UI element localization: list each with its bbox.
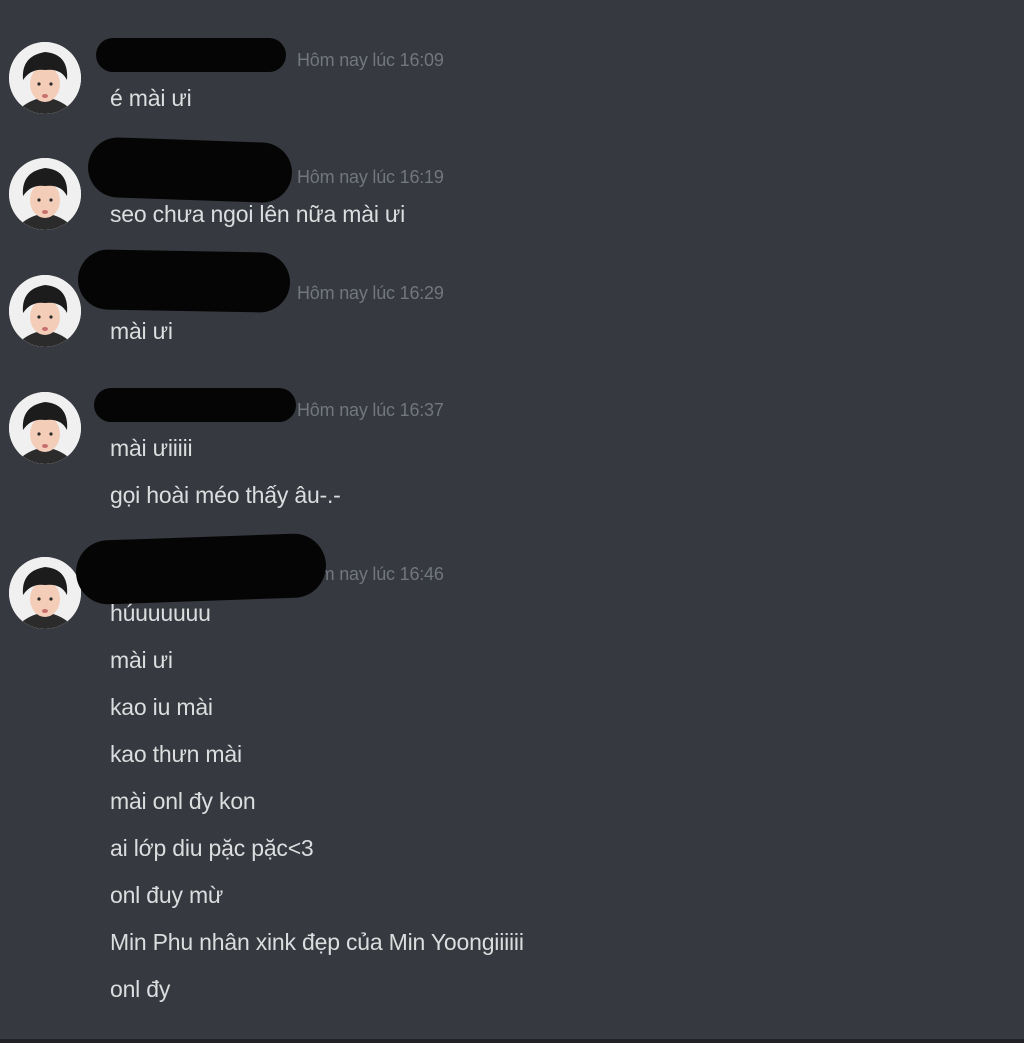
message-text: ai lớp diu pặc pặc<3 bbox=[110, 835, 314, 861]
avatar[interactable] bbox=[9, 557, 81, 629]
avatar-photo bbox=[9, 42, 81, 114]
message-text: mài onl đy kon bbox=[110, 788, 256, 814]
redacted-username bbox=[87, 136, 293, 204]
bottom-divider bbox=[0, 1039, 1024, 1043]
avatar[interactable] bbox=[9, 42, 81, 114]
message-timestamp: Hôm nay lúc 16:37 bbox=[297, 400, 444, 420]
avatar-photo bbox=[9, 158, 81, 230]
message-text: seo chưa ngoi lên nữa mài ưi bbox=[110, 201, 406, 227]
redacted-username bbox=[96, 38, 286, 72]
message-text: mài ưi bbox=[110, 647, 173, 673]
avatar[interactable] bbox=[9, 392, 81, 464]
message-text: é mài ưi bbox=[110, 85, 192, 111]
message-timestamp: Hôm nay lúc 16:19 bbox=[297, 167, 444, 187]
message-text: kao thưn mài bbox=[110, 741, 242, 767]
redacted-username bbox=[74, 532, 328, 606]
message-text: Min Phu nhân xink đẹp của Min Yoongiiiii… bbox=[110, 929, 524, 955]
message-text: onl đy bbox=[110, 976, 171, 1002]
message-text: kao iu mài bbox=[110, 694, 213, 720]
avatar-photo bbox=[9, 275, 81, 347]
message-timestamp: Hôm nay lúc 16:09 bbox=[297, 50, 444, 70]
message-text: húuuuuuu bbox=[110, 600, 211, 626]
message-text: gọi hoài méo thấy âu-.- bbox=[110, 482, 341, 508]
message-timestamp: Hôm nay lúc 16:29 bbox=[297, 283, 444, 303]
message-text: onl đuy mừ bbox=[110, 882, 224, 908]
avatar-photo bbox=[9, 392, 81, 464]
redacted-username bbox=[94, 388, 296, 422]
message-text: mài ưiiiii bbox=[110, 435, 193, 461]
redacted-username bbox=[77, 249, 291, 313]
chat-message-list: Hôm nay lúc 16:09 é mài ưi Hôm nay lúc 1… bbox=[0, 0, 1024, 1043]
message-text: mài ưi bbox=[110, 318, 173, 344]
avatar[interactable] bbox=[9, 275, 81, 347]
avatar-photo bbox=[9, 557, 81, 629]
avatar[interactable] bbox=[9, 158, 81, 230]
